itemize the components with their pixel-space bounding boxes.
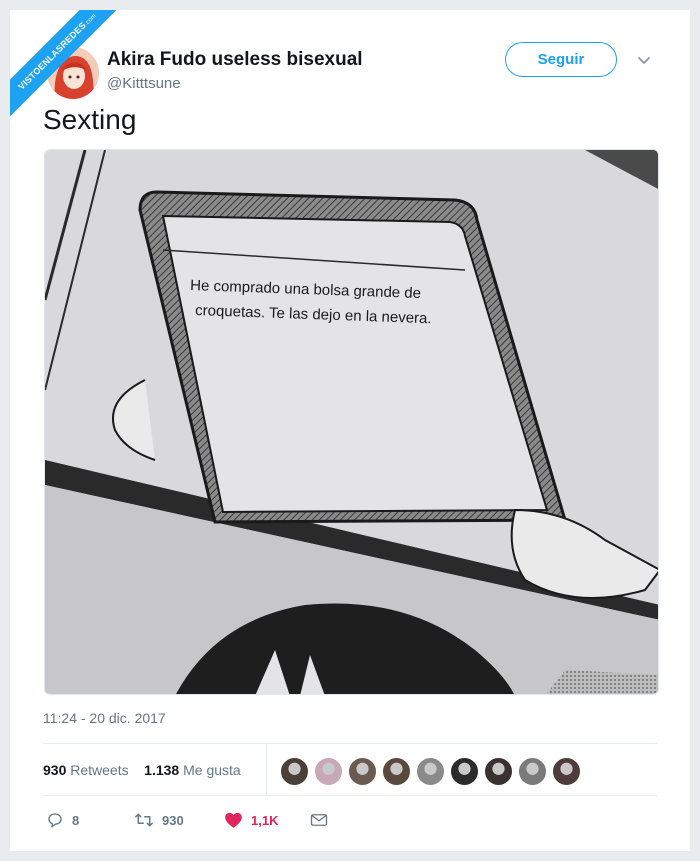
divider-bottom [43,795,657,796]
liker-avatar[interactable] [518,757,547,786]
liker-avatar[interactable] [382,757,411,786]
retweet-icon [135,813,153,827]
retweet-button[interactable]: 930 [134,811,224,829]
action-bar: 8 930 1,1K [46,811,328,829]
manga-panel-image: He comprado una bolsa grande de croqueta… [45,150,658,694]
chevron-down-icon[interactable] [636,52,652,68]
reply-count: 8 [72,812,80,828]
message-button[interactable] [310,812,328,828]
author-name[interactable]: Akira Fudo useless bisexual [107,49,363,71]
heart-icon [225,812,242,828]
engagement-stats: 930 Retweets 1.138 Me gusta [43,762,241,778]
retweets-label[interactable]: Retweets [70,762,128,778]
likes-count[interactable]: 1.138 [144,762,179,778]
tweet-timestamp[interactable]: 11:24 - 20 dic. 2017 [43,710,166,726]
tweet-media[interactable]: He comprado una bolsa grande de croqueta… [44,149,659,695]
watermark-ribbon: VISTOENLASREDES.com [10,10,120,120]
watermark-text: VISTOENLASREDES [16,20,88,92]
retweet-count: 930 [162,812,184,828]
retweets-count[interactable]: 930 [43,762,66,778]
stats-separator [266,743,267,795]
liker-avatar[interactable] [416,757,445,786]
likes-label[interactable]: Me gusta [183,762,241,778]
watermark-suffix: .com [83,13,98,28]
liker-avatar[interactable] [552,757,581,786]
likers-avatars [280,757,581,786]
follow-button[interactable]: Seguir [505,42,617,77]
liker-avatar[interactable] [484,757,513,786]
liker-avatar[interactable] [348,757,377,786]
liker-avatar[interactable] [280,757,309,786]
liker-avatar[interactable] [450,757,479,786]
divider-top [43,743,657,744]
reply-icon [48,813,62,828]
liker-avatar[interactable] [314,757,343,786]
envelope-icon [310,814,328,826]
like-count: 1,1K [251,812,279,828]
reply-button[interactable]: 8 [46,811,134,829]
tweet-card: VISTOENLASREDES.com Akira Fudo useless b… [10,10,690,851]
like-button[interactable]: 1,1K [224,811,310,829]
